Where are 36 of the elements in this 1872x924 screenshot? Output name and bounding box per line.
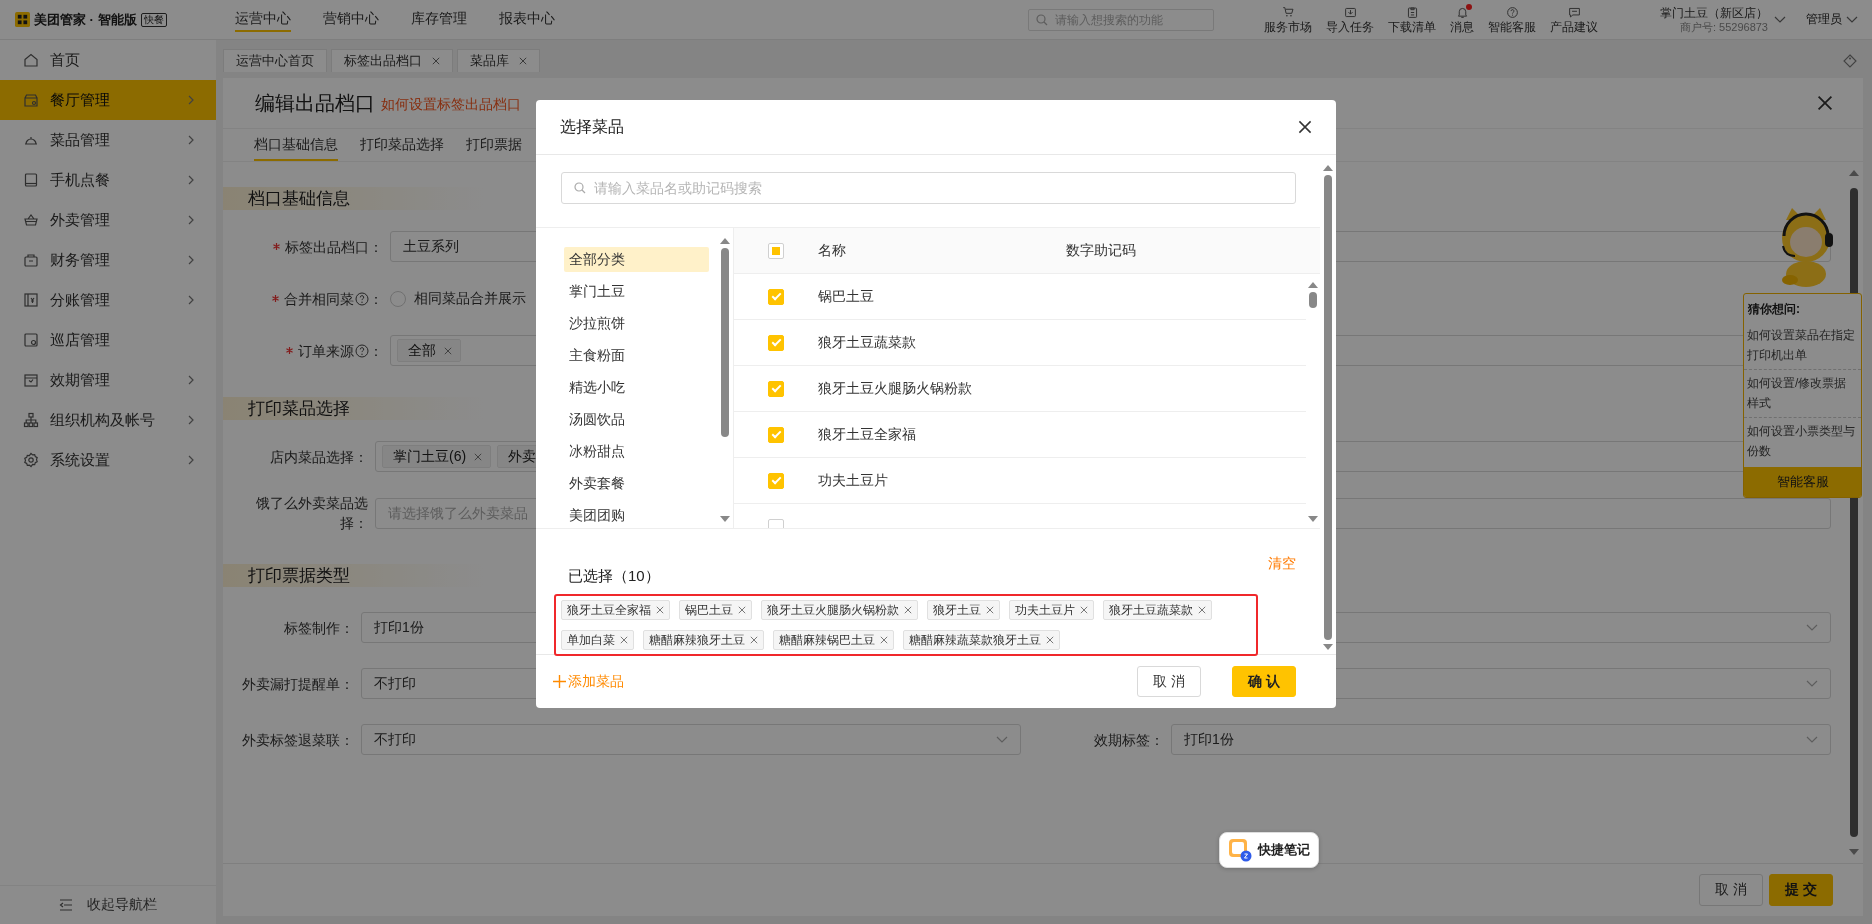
field-label: 外卖标签退菜联： xyxy=(242,730,354,750)
tag: 糖醋麻辣锅巴土豆 xyxy=(773,630,894,650)
table-cell-text: 狼牙土豆全家福 xyxy=(818,425,917,444)
tag: 糖醋麻辣蔬菜款狼牙土豆 xyxy=(903,630,1060,650)
field-label: 标签制作： xyxy=(284,618,354,638)
tag: 功夫土豆片 xyxy=(1009,600,1094,620)
field-label: 店内菜品选择： xyxy=(270,447,368,467)
edition-badge: 快餐 xyxy=(140,12,167,27)
dialog-title: 选择菜品 xyxy=(560,116,624,137)
tag: 单加白菜 xyxy=(561,630,634,650)
tag: 锅巴土豆 xyxy=(679,600,752,620)
selected-count: 已选择（10） xyxy=(568,567,660,586)
column-header: 名称 xyxy=(818,241,847,260)
tag: 狼牙土豆火腿肠火锅粉款 xyxy=(761,600,918,620)
panel-title: 猜你想问: xyxy=(1747,301,1801,318)
table-cell-text: 功夫土豆片 xyxy=(818,471,889,490)
page-title: 编辑出品档口 xyxy=(255,90,375,116)
field-label: 饿了么外卖菜品选择： xyxy=(255,494,368,533)
field-label: ： xyxy=(369,289,383,309)
tag: 全部 xyxy=(397,339,461,362)
field-label: 外卖漏打提醒单： xyxy=(242,674,354,694)
tag: 掌门土豆(6) xyxy=(382,445,492,468)
tag: 狼牙土豆全家福 xyxy=(561,600,670,620)
field-label: 标签出品档口： xyxy=(285,237,383,257)
column-header: 数字助记码 xyxy=(1066,241,1137,260)
brand-name: 美团管家 · 智能版 xyxy=(34,10,137,29)
field-label: ： xyxy=(369,341,383,361)
table-cell-text: 狼牙土豆火腿肠火锅粉款 xyxy=(818,379,973,398)
field-label: 订单来源 xyxy=(298,341,354,361)
tag: 糖醋麻辣狼牙土豆 xyxy=(643,630,764,650)
table-cell-text: 锅巴土豆 xyxy=(818,287,875,306)
tag: 狼牙土豆 xyxy=(927,600,1000,620)
field-label: 效期标签： xyxy=(1094,730,1164,750)
field-label: 合并相同菜 xyxy=(284,289,354,309)
table-cell-text: 狼牙土豆蔬菜款 xyxy=(818,333,917,352)
tag: 狼牙土豆蔬菜款 xyxy=(1103,600,1212,620)
